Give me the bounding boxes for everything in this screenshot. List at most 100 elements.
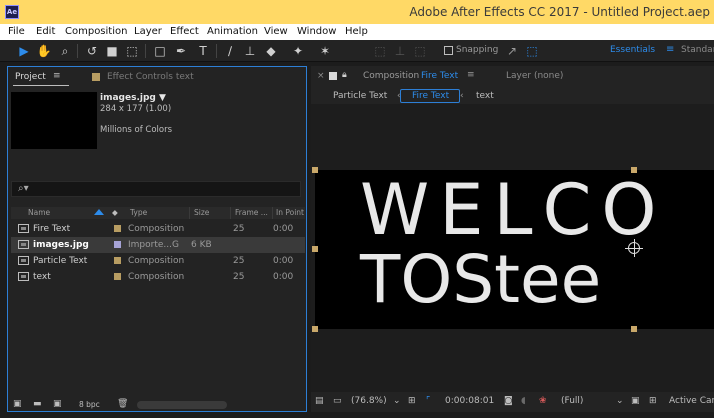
new-folder-icon[interactable]: ▬ — [33, 399, 42, 409]
hand-tool-icon[interactable]: ✋ — [36, 43, 52, 59]
menu-view[interactable]: View — [264, 26, 288, 37]
label-color-swatch[interactable] — [114, 257, 121, 264]
composition-canvas[interactable]: WELCO TOStee — [315, 170, 714, 329]
transparency-grid-icon[interactable]: ⊞ — [649, 396, 657, 406]
menu-effect[interactable]: Effect — [170, 26, 199, 37]
zoom-level-dropdown[interactable]: (76.8%) — [351, 396, 387, 406]
transform-handle[interactable] — [312, 326, 318, 332]
snapshot-camera-icon[interactable]: ◙ — [504, 396, 513, 406]
horizontal-scrollbar[interactable] — [137, 401, 227, 409]
transform-handle[interactable] — [312, 167, 318, 173]
item-in-point: 0:00 — [273, 272, 294, 282]
project-item-row[interactable]: images.jpg Importe...G 6 KB — [11, 237, 305, 253]
label-color-swatch[interactable] — [114, 225, 121, 232]
breadcrumb-item-current[interactable]: Fire Text — [412, 91, 449, 101]
world-axis-mode-icon[interactable]: ⊥ — [392, 43, 408, 59]
new-composition-icon[interactable]: ▣ — [53, 399, 62, 409]
camera-view-dropdown[interactable]: Active Cam — [669, 396, 714, 406]
always-preview-icon[interactable]: ▤ — [315, 396, 324, 406]
transform-handle[interactable] — [631, 326, 637, 332]
menu-layer[interactable]: Layer — [134, 26, 162, 37]
current-time-field[interactable]: 0:00:08:01 — [445, 396, 494, 406]
workspace-standard[interactable]: Standard — [681, 45, 714, 55]
snapping-options-icon[interactable]: ↗ — [504, 43, 520, 59]
column-divider[interactable] — [272, 207, 273, 219]
trash-icon[interactable]: 🗑︎ — [117, 399, 128, 409]
label-column-tag-icon[interactable]: ◆ — [112, 208, 118, 217]
lock-icon[interactable]: 🔒︎ — [342, 70, 347, 80]
after-effects-app-icon[interactable]: Ae — [5, 5, 19, 19]
toolbar-divider — [145, 44, 146, 58]
label-color-swatch[interactable] — [114, 273, 121, 280]
menu-window[interactable]: Window — [297, 26, 336, 37]
chevron-down-icon[interactable]: ⌄ — [393, 396, 401, 406]
selection-tool-icon[interactable]: ▶ — [16, 43, 32, 59]
column-name[interactable]: Name — [28, 208, 50, 217]
fast-previews-icon[interactable]: ▣ — [631, 396, 640, 406]
bit-depth-button[interactable]: 8 bpc — [79, 400, 100, 409]
selected-item-name[interactable]: images.jpg ▼ — [100, 93, 166, 103]
puppet-pin-tool-icon[interactable]: ✶ — [317, 43, 333, 59]
grid-guides-icon[interactable]: ⊞ — [408, 396, 416, 406]
local-axis-mode-icon[interactable]: ⬚ — [372, 43, 388, 59]
snapping-checkbox[interactable] — [444, 46, 453, 55]
label-color-swatch[interactable] — [114, 241, 121, 248]
column-type[interactable]: Type — [130, 208, 147, 217]
rectangle-tool-icon[interactable]: □ — [152, 43, 168, 59]
snapping-target-icon[interactable]: ⬚ — [524, 43, 540, 59]
transform-handle[interactable] — [312, 246, 318, 252]
composition-tab-name[interactable]: Fire Text — [421, 71, 458, 81]
view-axis-mode-icon[interactable]: ⬚ — [412, 43, 428, 59]
monitor-icon[interactable]: ▭ — [333, 396, 342, 406]
clone-stamp-tool-icon[interactable]: ⊥ — [242, 43, 258, 59]
breadcrumb-item[interactable]: text — [476, 91, 494, 101]
chevron-down-icon[interactable]: ⌄ — [616, 396, 624, 406]
menu-edit[interactable]: Edit — [36, 26, 55, 37]
rotation-tool-icon[interactable]: ↺ — [84, 43, 100, 59]
tab-effect-controls[interactable]: Effect Controls text — [107, 72, 194, 82]
zoom-tool-icon[interactable]: ⌕ — [57, 43, 73, 59]
eraser-tool-icon[interactable]: ◆ — [263, 43, 279, 59]
menu-file[interactable]: File — [8, 26, 25, 37]
column-divider[interactable] — [230, 207, 231, 219]
sort-ascending-icon[interactable] — [94, 209, 104, 215]
color-channels-icon[interactable]: ❀ — [539, 396, 547, 406]
pen-tool-icon[interactable]: ✒ — [173, 43, 189, 59]
roto-brush-tool-icon[interactable]: ✦ — [290, 43, 306, 59]
footage-image-icon — [18, 240, 29, 249]
region-of-interest-icon[interactable]: ⌜ — [426, 396, 430, 406]
column-in-point[interactable]: In Point — [276, 208, 304, 217]
breadcrumb-item[interactable]: Particle Text — [333, 91, 387, 101]
project-item-row[interactable]: Fire Text Composition 25 0:00 — [11, 221, 305, 237]
project-item-row[interactable]: Particle Text Composition 25 0:00 — [11, 253, 305, 269]
item-frame-rate: 25 — [233, 256, 245, 266]
tab-layer[interactable]: Layer (none) — [506, 71, 563, 81]
menu-animation[interactable]: Animation — [207, 26, 258, 37]
composition-viewer[interactable]: WELCO TOStee — [311, 104, 714, 392]
panel-menu-icon[interactable]: ≡ — [467, 70, 475, 80]
item-name: images.jpg — [33, 240, 89, 250]
transform-handle[interactable] — [631, 167, 637, 173]
pan-behind-tool-icon[interactable]: ⬚ — [124, 43, 140, 59]
column-frame-rate[interactable]: Frame ... — [235, 208, 268, 217]
type-tool-icon[interactable]: T — [195, 43, 211, 59]
interpret-footage-icon[interactable]: ▣ — [13, 399, 22, 409]
workspace-menu-icon[interactable]: ≡ — [666, 44, 674, 55]
project-search-input[interactable]: ⌕▾ — [11, 181, 301, 197]
menu-composition[interactable]: Composition — [65, 26, 127, 37]
workspace-essentials[interactable]: Essentials — [610, 45, 655, 55]
show-snapshot-icon[interactable]: ◖ — [521, 396, 526, 406]
close-icon[interactable]: × — [317, 71, 325, 81]
camera-tool-icon[interactable]: ■ — [104, 43, 120, 59]
tab-project[interactable]: Project — [15, 72, 46, 82]
column-divider[interactable] — [189, 207, 190, 219]
menu-help[interactable]: Help — [345, 26, 368, 37]
panel-menu-icon[interactable]: ≡ — [53, 71, 61, 81]
anchor-point-icon[interactable] — [625, 239, 643, 257]
resolution-dropdown[interactable]: (Full) — [561, 396, 583, 406]
item-in-point: 0:00 — [273, 224, 294, 234]
brush-tool-icon[interactable]: ∕ — [222, 43, 238, 59]
composition-tab-label[interactable]: Composition — [363, 71, 419, 81]
project-item-row[interactable]: text Composition 25 0:00 — [11, 269, 305, 285]
column-size[interactable]: Size — [194, 208, 209, 217]
